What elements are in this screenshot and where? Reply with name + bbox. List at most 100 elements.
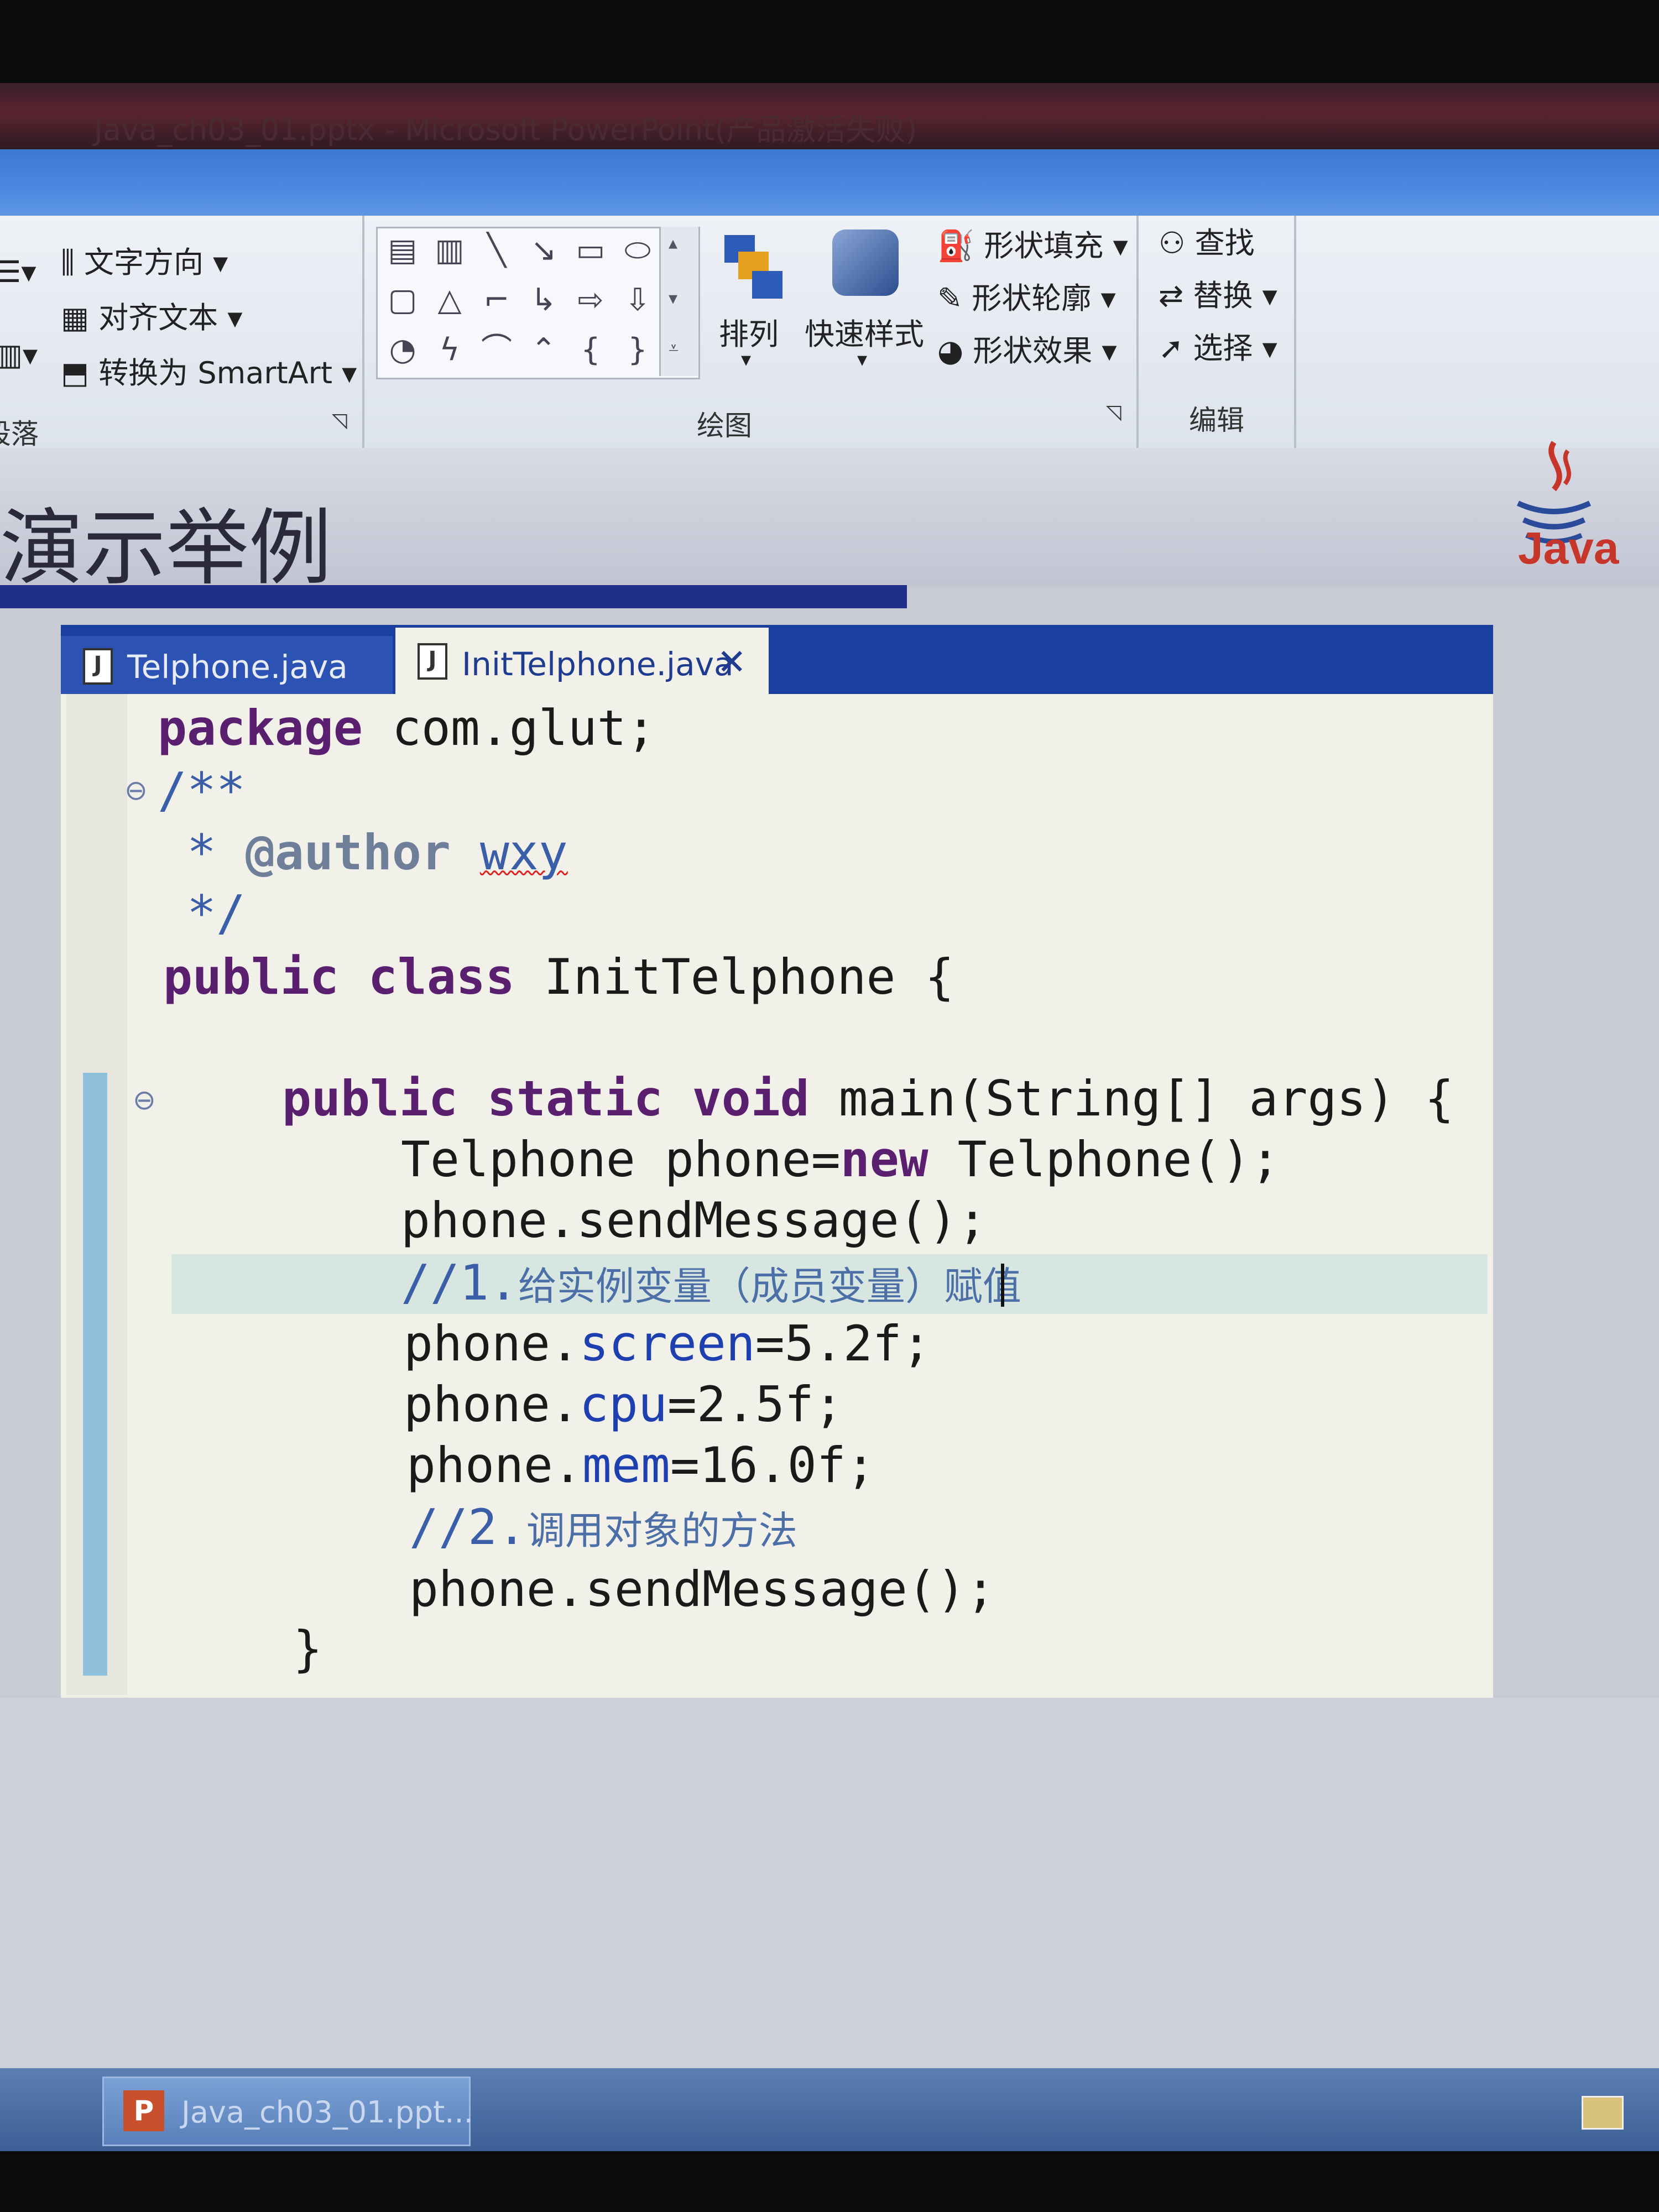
tab-label: Telphone.java [127,648,348,686]
taskbar-item-powerpoint[interactable]: P Java_ch03_01.ppt... [102,2077,473,2146]
powerpoint-icon: P [123,2090,164,2131]
oval-shape-icon[interactable]: ⬭ [618,231,657,270]
window-title-bar: Java_ch03_01.pptx - Microsoft PowerPoint… [0,83,1659,149]
fold-toggle-icon[interactable]: ⊖ [133,1084,156,1116]
text-cursor [1001,1264,1004,1307]
dropdown-arrow-icon: ▾ [1253,278,1277,313]
shape-outline-label: 形状轮廓 [972,281,1092,316]
title-underline [0,585,907,608]
text-box-shape-icon[interactable]: ▤ [383,231,422,270]
group-separator [362,216,364,448]
smartart-icon: ⬒ [61,356,99,390]
slide-lower-area [0,1698,1659,2074]
align-text-button[interactable]: ▦ 对齐文本 ▾ [61,293,242,337]
arrow-line-shape-icon[interactable]: ↘ [524,231,563,270]
dropdown-arrow-icon: ▾ [204,245,228,280]
group-separator [1294,216,1296,448]
dropdown-arrow-icon: ▾ [741,348,752,371]
dropdown-arrow-icon: ▾ [1091,281,1116,316]
shapes-gallery[interactable]: ▤ ▥ ╲ ↘ ▭ ⬭ ▢ △ ⌐ ↳ ⇨ ⇩ ◔ ϟ ⌒ ⌃ { } [376,227,700,379]
drawing-group-label: 绘图 [697,410,752,442]
dropdown-arrow-icon: ▾ [332,356,357,390]
columns-icon[interactable]: ▥▾ [0,337,38,372]
slide-title: 演示举例 [0,500,332,597]
align-text-label: 对齐文本 [98,300,218,335]
down-arrow-shape-icon[interactable]: ⇩ [618,281,657,320]
replace-icon: ⇄ [1159,278,1193,313]
elbow-arrow-connector-shape-icon[interactable]: ↳ [524,281,563,320]
code-line-4: */ [158,885,246,942]
quick-styles-button[interactable]: 快速样式 [805,310,924,353]
close-tab-icon[interactable]: ✕ [717,642,747,683]
java-file-icon: J [418,643,447,680]
rounded-rectangle-shape-icon[interactable]: ▢ [383,281,422,320]
pie-shape-icon[interactable]: ◔ [383,331,422,369]
dropdown-arrow-icon: ▾ [218,300,243,335]
lightning-shape-icon[interactable]: ϟ [430,331,469,369]
bullets-icon[interactable]: ☰▾ [0,254,36,289]
code-line-8: phone.sendMessage(); [401,1192,987,1249]
gallery-more-icon[interactable]: ⩡ [669,337,679,359]
right-arrow-shape-icon[interactable]: ⇨ [571,281,610,320]
cursor-arrow-icon: ➚ [1159,331,1193,366]
code-line-1: package com.glut; [158,700,656,757]
convert-smartart-label: 转换为 SmartArt [98,356,333,390]
code-line-6: public static void main(String[] args) { [282,1070,1454,1127]
shape-fill-button[interactable]: ⛽ 形状填充 ▾ [937,221,1128,265]
code-line-9-comment: //1.给实例变量（成员变量）赋值 [401,1254,1021,1311]
editing-group-label: 编辑 [1189,404,1244,436]
left-brace-shape-icon[interactable]: { [571,331,610,369]
shape-outline-button[interactable]: ✎ 形状轮廓 ▾ [937,274,1116,317]
scroll-up-icon[interactable]: ▴ [669,232,677,253]
code-line-11: phone.cpu=2.5f; [404,1376,843,1433]
tab-telphone-java[interactable]: J Telphone.java [61,636,393,694]
code-line-2: /** [158,762,246,819]
find-button[interactable]: ⚇ 查找 [1159,218,1255,262]
rectangle-shape-icon[interactable]: ▭ [571,231,610,270]
replace-label: 替换 [1193,278,1253,313]
select-label: 选择 [1193,331,1253,366]
gallery-scrollbar[interactable]: ▴ ▾ ⩡ [659,227,698,376]
dropdown-arrow-icon: ▾ [857,348,868,371]
binoculars-icon: ⚇ [1159,226,1195,260]
java-logo-text: Java [1518,523,1619,573]
right-brace-shape-icon[interactable]: } [618,331,657,369]
code-line-3: * @author wxy [158,824,568,881]
pencil-icon: ✎ [937,281,972,316]
select-button[interactable]: ➚ 选择 ▾ [1159,324,1277,367]
shape-fill-label: 形状填充 [984,228,1104,263]
code-line-5: public class InitTelphone { [163,948,954,1005]
tab-label: InitTelphone.java [462,645,734,683]
tray-notification-icon[interactable] [1582,2096,1624,2130]
code-line-10: phone.screen=5.2f; [404,1315,931,1372]
vertical-text-box-shape-icon[interactable]: ▥ [430,231,469,270]
arc-shape-icon[interactable]: ⌒ [477,331,516,369]
scroll-down-icon[interactable]: ▾ [669,288,677,309]
code-line-7: Telphone phone=new Telphone(); [401,1131,1280,1188]
dropdown-arrow-icon: ▾ [1103,228,1128,263]
code-line-15: } [293,1620,322,1677]
dialog-launcher-icon[interactable]: ◹ [332,409,347,432]
align-text-icon: ▦ [61,300,99,335]
shape-effects-button[interactable]: ◕ 形状效果 ▾ [937,326,1117,370]
convert-smartart-button[interactable]: ⬒ 转换为 SmartArt ▾ [61,348,357,392]
code-line-13-comment: //2.调用对象的方法 [409,1499,797,1556]
text-direction-button[interactable]: ⫼ 文字方向 ▾ [61,238,228,281]
dialog-launcher-icon[interactable]: ◹ [1106,401,1121,424]
java-logo: Java [1493,437,1619,581]
shape-effects-icon: ◕ [937,333,973,368]
ribbon-tab-bar [0,149,1659,216]
quick-styles-icon [832,229,899,296]
text-direction-label: 文字方向 [84,245,204,280]
line-shape-icon[interactable]: ╲ [477,231,516,270]
arrange-icon [719,227,785,304]
taskbar-item-label: Java_ch03_01.ppt... [181,2095,473,2130]
fold-toggle-icon[interactable]: ⊖ [124,774,148,806]
triangle-shape-icon[interactable]: △ [430,281,469,320]
arrange-button[interactable]: 排列 [719,310,779,353]
tab-inittelphone-java[interactable]: J InitTelphone.java ✕ [395,628,769,695]
replace-button[interactable]: ⇄ 替换 ▾ [1159,271,1277,315]
curve-shape-icon[interactable]: ⌃ [524,331,563,369]
ribbon: ☰▾ ▥▾ ⫼ 文字方向 ▾ ▦ 对齐文本 ▾ ⬒ 转换为 SmartArt ▾… [0,216,1659,450]
elbow-connector-shape-icon[interactable]: ⌐ [477,281,516,320]
